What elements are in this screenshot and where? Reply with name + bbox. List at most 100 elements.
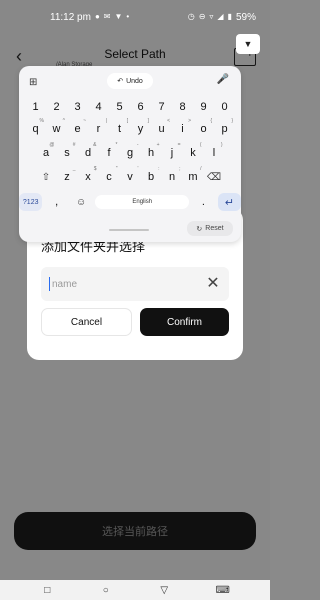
key-label: 9	[200, 101, 207, 113]
key-4[interactable]: 4	[88, 98, 109, 116]
key-n[interactable]: n;	[162, 166, 183, 186]
key-y[interactable]: y]	[130, 118, 151, 138]
key-i[interactable]: i >	[172, 118, 193, 138]
key-c[interactable]: c "	[99, 166, 120, 186]
key-u[interactable]: u <	[151, 118, 172, 138]
backspace-key[interactable]: ⌫	[204, 168, 225, 186]
key-e[interactable]: e ~	[67, 118, 88, 138]
recents-icon[interactable]: □	[40, 583, 54, 597]
key-hint: _	[72, 166, 76, 172]
back-icon[interactable]: ▽	[157, 583, 171, 597]
key-hint: '	[137, 166, 139, 172]
key-m[interactable]: m /	[183, 166, 204, 186]
key-label: t	[117, 123, 122, 135]
key-hint: *	[115, 142, 118, 148]
key-r[interactable]: r |	[88, 118, 109, 138]
key-row-3: ⇧ z _ x $ c " v ' b: n; m / ⌫	[19, 166, 241, 186]
key-d[interactable]: d &	[78, 142, 99, 162]
space-key[interactable]: English	[95, 195, 190, 209]
key-a[interactable]: a @	[36, 142, 57, 162]
chevron-down-icon: ▼	[243, 39, 253, 49]
comma-key[interactable]: ,	[46, 193, 67, 211]
hide-keyboard-button[interactable]: ▼	[236, 34, 260, 54]
key-label: k	[190, 147, 196, 159]
key-p[interactable]: p}	[214, 118, 235, 138]
key-hint: /	[200, 166, 202, 172]
apps-grid-icon[interactable]: ⊞	[29, 77, 37, 88]
shift-key[interactable]: ⇧	[36, 168, 57, 186]
key-hint: {	[210, 118, 212, 124]
key-3[interactable]: 3	[67, 98, 88, 116]
key-k[interactable]: k(	[183, 142, 204, 162]
key-b[interactable]: b:	[141, 166, 162, 186]
home-icon[interactable]: ○	[99, 583, 113, 597]
confirm-button[interactable]: Confirm	[140, 308, 229, 336]
microphone-icon[interactable]: 🎤	[217, 74, 229, 85]
key-label: i	[181, 123, 184, 135]
key-w[interactable]: w ^	[46, 118, 67, 138]
key-row-2: a @ s # d & f * g - h + j = k(l)	[19, 142, 241, 162]
key-label: e	[74, 123, 81, 135]
undo-button[interactable]: ↶ Undo	[107, 73, 153, 89]
key-t[interactable]: t[	[109, 118, 130, 138]
key-f[interactable]: f *	[99, 142, 120, 162]
key-label: 8	[179, 101, 186, 113]
key-hint: =	[177, 142, 181, 148]
keyboard-drag-handle[interactable]	[109, 229, 149, 231]
key-label: s	[64, 147, 70, 159]
key-label: 2	[53, 101, 60, 113]
key-hint: [	[126, 118, 128, 124]
key-0[interactable]: 0	[214, 98, 235, 116]
key-label: 7	[158, 101, 165, 113]
key-v[interactable]: v '	[120, 166, 141, 186]
reset-button[interactable]: ↻ Reset	[187, 221, 233, 236]
symbols-key[interactable]: ?123	[18, 193, 43, 211]
key-j[interactable]: j =	[162, 142, 183, 162]
emoji-icon[interactable]: ☺	[71, 193, 92, 211]
key-x[interactable]: x $	[78, 166, 99, 186]
key-label: 0	[221, 101, 228, 113]
key-h[interactable]: h +	[141, 142, 162, 162]
key-1[interactable]: 1	[25, 98, 46, 116]
folder-name-input[interactable]	[49, 277, 205, 291]
key-label: 1	[32, 101, 39, 113]
key-hint: "	[115, 166, 118, 172]
key-hint: #	[72, 142, 76, 148]
key-l[interactable]: l)	[204, 142, 225, 162]
key-2[interactable]: 2	[46, 98, 67, 116]
key-label: j	[170, 147, 174, 159]
key-label: u	[158, 123, 165, 135]
key-label: c	[106, 171, 112, 183]
enter-key[interactable]: ↵	[217, 193, 242, 211]
key-label: p	[221, 123, 228, 135]
period-key[interactable]: .	[193, 193, 214, 211]
key-label: h	[147, 147, 155, 159]
key-label: 3	[74, 101, 81, 113]
key-label: m	[188, 171, 198, 183]
key-q[interactable]: q%	[25, 118, 46, 138]
key-o[interactable]: o{	[193, 118, 214, 138]
name-field[interactable]: ✕	[41, 267, 229, 301]
key-hint: }	[231, 118, 233, 124]
key-6[interactable]: 6	[130, 98, 151, 116]
key-hint: @	[49, 142, 55, 148]
key-7[interactable]: 7	[151, 98, 172, 116]
key-9[interactable]: 9	[193, 98, 214, 116]
key-hint: ]	[147, 118, 149, 124]
reset-icon: ↻	[196, 225, 203, 233]
keyboard-switch-icon[interactable]: ⌨	[216, 583, 230, 597]
undo-label: Undo	[126, 77, 143, 85]
key-label: z	[64, 171, 70, 183]
dialog-buttons: Cancel Confirm	[41, 308, 229, 336]
key-g[interactable]: g-	[120, 142, 141, 162]
key-5[interactable]: 5	[109, 98, 130, 116]
key-label: g	[126, 147, 134, 159]
keyboard-toolbar: ⊞ ↶ Undo 🎤	[19, 72, 241, 90]
cancel-button[interactable]: Cancel	[41, 308, 132, 336]
key-hint: |	[105, 118, 107, 124]
key-8[interactable]: 8	[172, 98, 193, 116]
close-icon[interactable]: ✕	[205, 276, 221, 292]
key-z[interactable]: z _	[57, 166, 78, 186]
key-s[interactable]: s #	[57, 142, 78, 162]
status-time: 11:12 pm	[50, 11, 91, 23]
